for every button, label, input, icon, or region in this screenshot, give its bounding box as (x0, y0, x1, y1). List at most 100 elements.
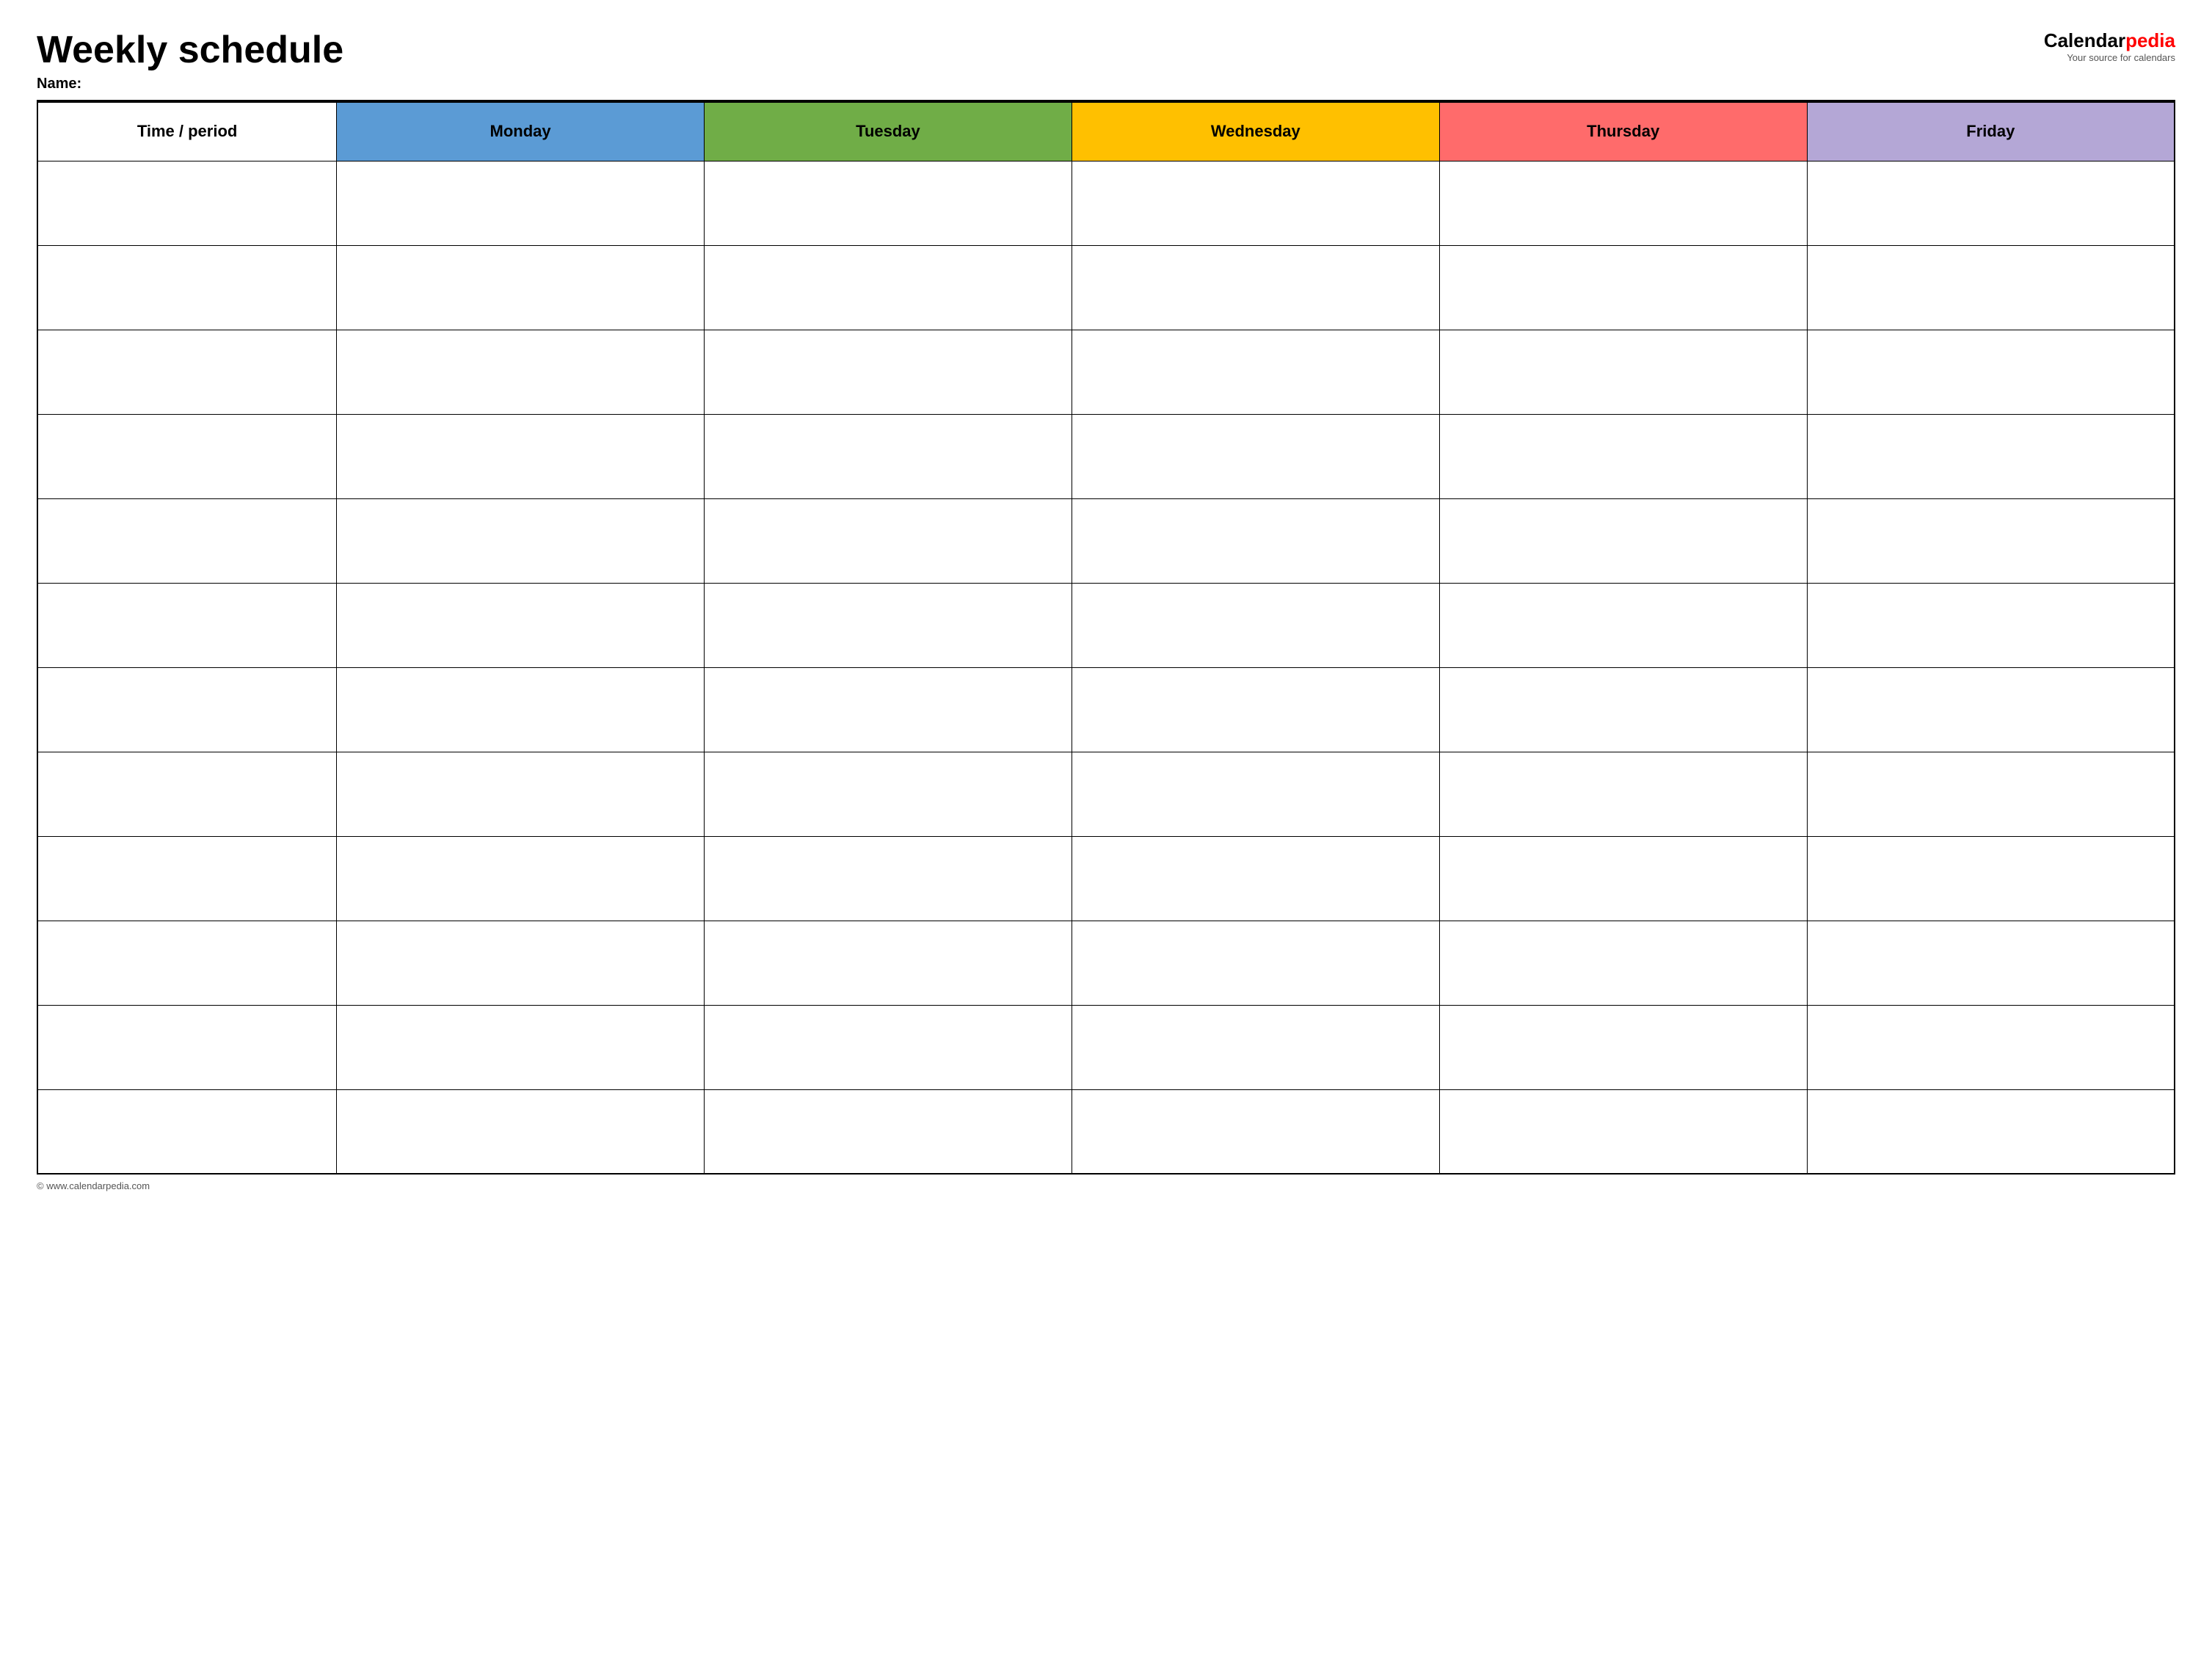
schedule-cell[interactable] (337, 667, 705, 752)
time-cell[interactable] (37, 245, 337, 330)
time-cell[interactable] (37, 752, 337, 836)
time-cell[interactable] (37, 330, 337, 414)
schedule-cell[interactable] (1807, 161, 2175, 245)
logo-text: Calendarpedia (2044, 29, 2175, 52)
col-header-friday: Friday (1807, 102, 2175, 161)
schedule-cell[interactable] (1807, 330, 2175, 414)
title-section: Weekly schedule Name: (37, 29, 2044, 92)
table-row (37, 752, 2175, 836)
schedule-cell[interactable] (1072, 414, 1439, 498)
schedule-cell[interactable] (1439, 1005, 1807, 1089)
schedule-cell[interactable] (337, 836, 705, 921)
schedule-cell[interactable] (705, 836, 1072, 921)
schedule-cell[interactable] (1072, 245, 1439, 330)
schedule-cell[interactable] (1439, 245, 1807, 330)
schedule-cell[interactable] (1439, 414, 1807, 498)
schedule-cell[interactable] (1439, 161, 1807, 245)
schedule-cell[interactable] (337, 583, 705, 667)
table-row (37, 498, 2175, 583)
schedule-cell[interactable] (705, 161, 1072, 245)
time-cell[interactable] (37, 667, 337, 752)
col-header-monday: Monday (337, 102, 705, 161)
schedule-cell[interactable] (1072, 161, 1439, 245)
schedule-cell[interactable] (705, 414, 1072, 498)
schedule-cell[interactable] (1807, 836, 2175, 921)
schedule-cell[interactable] (1439, 498, 1807, 583)
schedule-cell[interactable] (1072, 1089, 1439, 1174)
schedule-cell[interactable] (1072, 667, 1439, 752)
schedule-cell[interactable] (1807, 583, 2175, 667)
footer: © www.calendarpedia.com (37, 1180, 2175, 1191)
schedule-cell[interactable] (705, 1089, 1072, 1174)
schedule-cell[interactable] (1439, 921, 1807, 1005)
schedule-cell[interactable] (1439, 836, 1807, 921)
table-row (37, 414, 2175, 498)
schedule-cell[interactable] (705, 921, 1072, 1005)
schedule-cell[interactable] (1807, 667, 2175, 752)
table-row (37, 667, 2175, 752)
time-cell[interactable] (37, 1005, 337, 1089)
schedule-cell[interactable] (337, 414, 705, 498)
schedule-cell[interactable] (705, 667, 1072, 752)
header-area: Weekly schedule Name: Calendarpedia Your… (37, 29, 2175, 92)
table-row (37, 1089, 2175, 1174)
time-cell[interactable] (37, 1089, 337, 1174)
schedule-cell[interactable] (1807, 921, 2175, 1005)
time-cell[interactable] (37, 836, 337, 921)
logo-calendar-part: Calendar (2044, 29, 2125, 51)
schedule-cell[interactable] (1072, 752, 1439, 836)
logo-tagline: Your source for calendars (2044, 52, 2175, 63)
schedule-body (37, 161, 2175, 1174)
schedule-cell[interactable] (1072, 1005, 1439, 1089)
time-cell[interactable] (37, 161, 337, 245)
table-row (37, 921, 2175, 1005)
schedule-cell[interactable] (705, 498, 1072, 583)
schedule-cell[interactable] (705, 583, 1072, 667)
schedule-cell[interactable] (1439, 330, 1807, 414)
schedule-cell[interactable] (1439, 752, 1807, 836)
table-row (37, 583, 2175, 667)
schedule-table: Time / period Monday Tuesday Wednesday T… (37, 101, 2175, 1175)
schedule-cell[interactable] (1439, 667, 1807, 752)
time-cell[interactable] (37, 921, 337, 1005)
schedule-cell[interactable] (337, 161, 705, 245)
schedule-cell[interactable] (337, 498, 705, 583)
schedule-cell[interactable] (337, 752, 705, 836)
schedule-cell[interactable] (705, 330, 1072, 414)
schedule-cell[interactable] (1807, 752, 2175, 836)
page-title: Weekly schedule (37, 29, 2044, 71)
schedule-cell[interactable] (337, 245, 705, 330)
table-row (37, 1005, 2175, 1089)
logo-section: Calendarpedia Your source for calendars (2044, 29, 2175, 63)
schedule-cell[interactable] (337, 921, 705, 1005)
schedule-cell[interactable] (1439, 1089, 1807, 1174)
time-cell[interactable] (37, 583, 337, 667)
time-cell[interactable] (37, 498, 337, 583)
schedule-cell[interactable] (1072, 836, 1439, 921)
table-row (37, 836, 2175, 921)
schedule-cell[interactable] (337, 1005, 705, 1089)
schedule-cell[interactable] (705, 1005, 1072, 1089)
schedule-cell[interactable] (1072, 498, 1439, 583)
table-header-row: Time / period Monday Tuesday Wednesday T… (37, 102, 2175, 161)
time-cell[interactable] (37, 414, 337, 498)
schedule-cell[interactable] (1072, 583, 1439, 667)
table-row (37, 330, 2175, 414)
schedule-cell[interactable] (1807, 1005, 2175, 1089)
schedule-cell[interactable] (1807, 1089, 2175, 1174)
table-row (37, 245, 2175, 330)
col-header-thursday: Thursday (1439, 102, 1807, 161)
schedule-cell[interactable] (1072, 330, 1439, 414)
name-label: Name: (37, 76, 2044, 92)
schedule-cell[interactable] (1072, 921, 1439, 1005)
schedule-cell[interactable] (1807, 414, 2175, 498)
schedule-cell[interactable] (337, 330, 705, 414)
footer-text: © www.calendarpedia.com (37, 1180, 150, 1191)
schedule-cell[interactable] (1439, 583, 1807, 667)
schedule-cell[interactable] (337, 1089, 705, 1174)
schedule-cell[interactable] (1807, 245, 2175, 330)
schedule-cell[interactable] (705, 245, 1072, 330)
logo-pedia-part: pedia (2125, 29, 2175, 51)
schedule-cell[interactable] (1807, 498, 2175, 583)
schedule-cell[interactable] (705, 752, 1072, 836)
